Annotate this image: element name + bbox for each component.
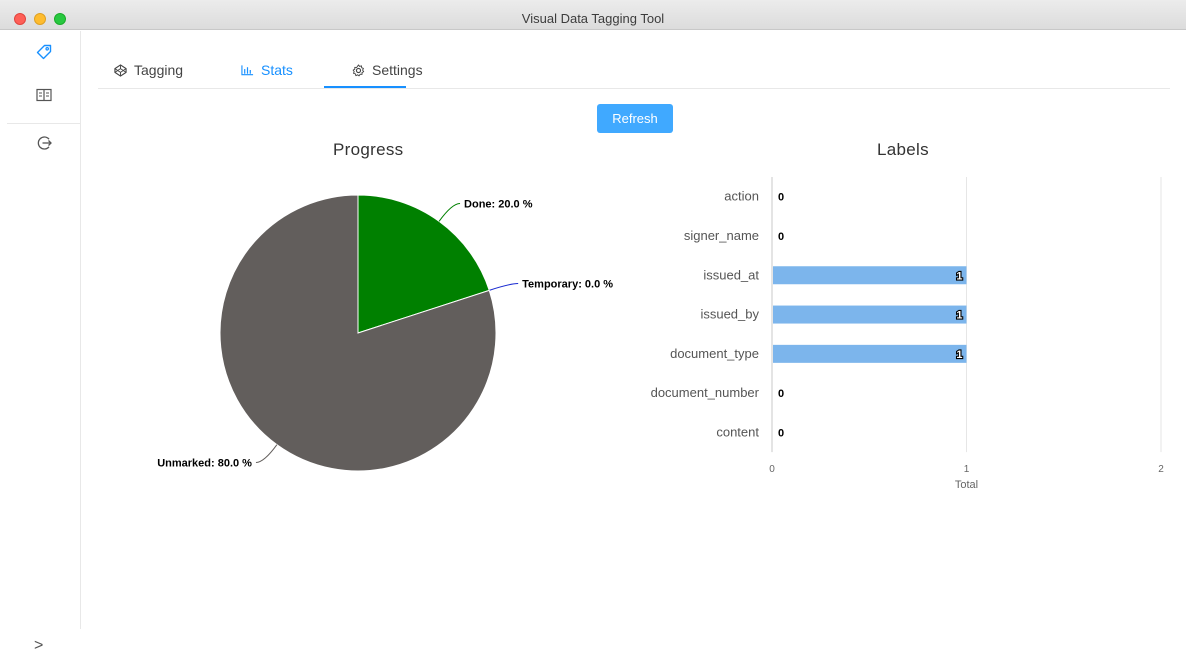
app-window: Visual Data Tagging Tool > Tagging Stats… — [0, 0, 1186, 662]
sidebar-item-logout[interactable] — [7, 131, 81, 155]
progress-chart-title: Progress — [333, 140, 404, 159]
sidebar — [7, 31, 81, 629]
tab-tagging[interactable]: Tagging — [114, 62, 183, 78]
title-bar: Visual Data Tagging Tool — [0, 0, 1186, 30]
sidebar-item-tagging[interactable] — [7, 40, 81, 64]
y-category-label-document_number: document_number — [651, 385, 760, 400]
tab-tagging-label: Tagging — [134, 62, 184, 78]
pie-connector-temporary — [489, 283, 519, 291]
y-category-label-issued_by: issued_by — [700, 307, 759, 322]
bar-value-label-issued_at: 1 — [956, 270, 962, 282]
bar-value-label-document_number: 0 — [778, 388, 784, 400]
bar-issued_at[interactable] — [773, 266, 967, 285]
labels-bar-chart: 0 1 2 Total action 0 signer_name 0 issued_at 1 iss… — [651, 177, 1164, 491]
pie-label-unmarked: Unmarked: 80.0 % — [157, 457, 252, 469]
window-title: Visual Data Tagging Tool — [521, 11, 665, 26]
sidebar-divider — [7, 123, 81, 124]
bar-document_type[interactable] — [773, 344, 967, 363]
bar-issued_by[interactable] — [773, 305, 967, 324]
pie-connector-done — [438, 203, 461, 222]
labels-chart-title: Labels — [877, 140, 929, 159]
active-tab-indicator — [324, 86, 406, 88]
y-category-label-issued_at: issued_at — [703, 267, 759, 282]
y-category-label-action: action — [724, 189, 759, 204]
x-axis-title: Total — [955, 479, 978, 491]
bar-value-label-content: 0 — [778, 427, 784, 439]
bar-value-label-action: 0 — [778, 192, 784, 204]
refresh-button[interactable]: Refresh — [597, 104, 673, 133]
y-category-label-document_type: document_type — [670, 346, 759, 361]
sidebar-item-docs[interactable] — [7, 83, 81, 107]
tab-settings[interactable]: Settings — [352, 62, 423, 78]
codepen-icon — [114, 63, 127, 77]
x-tick-label-2: 2 — [1158, 464, 1164, 475]
bar-value-label-signer_name: 0 — [778, 231, 784, 243]
bar-value-label-issued_by: 1 — [956, 310, 962, 322]
tab-stats-label: Stats — [261, 62, 293, 78]
tab-bar: Tagging Stats Settings — [98, 52, 1170, 89]
tag-icon — [36, 44, 52, 60]
bar-value-label-document_type: 1 — [956, 349, 962, 361]
tab-stats[interactable]: Stats — [241, 62, 293, 78]
x-tick-label-1: 1 — [964, 464, 970, 475]
book-icon — [36, 88, 52, 102]
y-category-label-signer_name: signer_name — [684, 228, 759, 243]
logout-icon — [37, 136, 52, 150]
bar-chart-icon — [241, 65, 254, 76]
tab-settings-label: Settings — [372, 62, 423, 78]
pie-label-done: Done: 20.0 % — [464, 199, 533, 211]
pie-connector-unmarked — [255, 444, 278, 463]
y-category-label-content: content — [716, 424, 759, 439]
sidebar-collapse-button[interactable]: > — [34, 637, 43, 655]
x-tick-label-0: 0 — [769, 464, 775, 475]
gear-icon — [352, 63, 365, 76]
